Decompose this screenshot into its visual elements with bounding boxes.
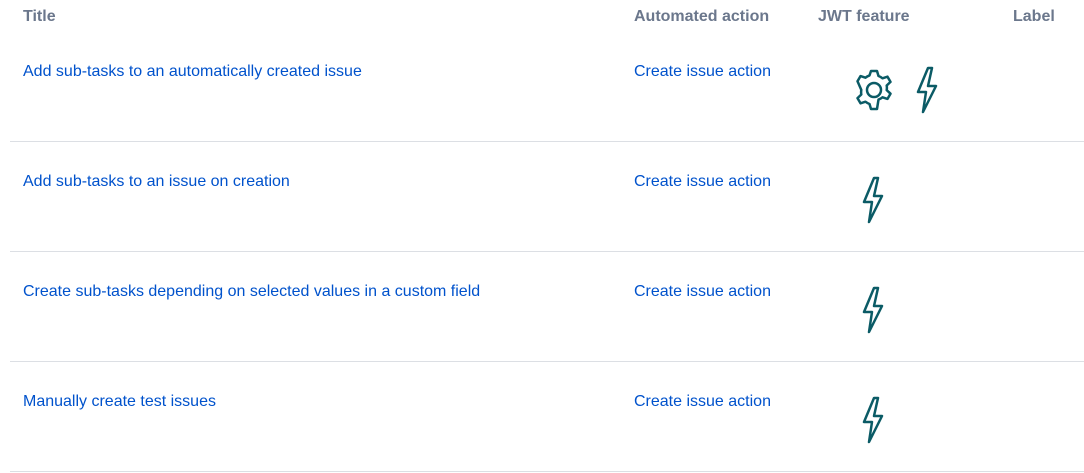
row-title-link[interactable]: Manually create test issues [23, 392, 216, 412]
table-row: Add sub-tasks to an automatically create… [10, 32, 1084, 142]
column-header-title[interactable]: Title [23, 8, 56, 26]
row-action-link[interactable]: Create issue action [634, 392, 771, 412]
row-title-link[interactable]: Create sub-tasks depending on selected v… [23, 282, 480, 302]
row-action-link[interactable]: Create issue action [634, 282, 771, 302]
row-title-link[interactable]: Add sub-tasks to an issue on creation [23, 172, 290, 192]
automation-table: Title Automated action JWT feature Label… [10, 0, 1084, 472]
column-header-automated-action[interactable]: Automated action [634, 8, 769, 26]
table-header: Title Automated action JWT feature Label [10, 0, 1084, 32]
column-header-label[interactable]: Label [1013, 8, 1055, 26]
table-row: Add sub-tasks to an issue on creation Cr… [10, 142, 1084, 252]
table-row: Create sub-tasks depending on selected v… [10, 252, 1084, 362]
lightning-icon [862, 176, 884, 224]
table-row: Manually create test issues Create issue… [10, 362, 1084, 472]
gear-icon [856, 69, 892, 111]
lightning-icon [862, 286, 884, 334]
row-action-link[interactable]: Create issue action [634, 62, 771, 82]
lightning-icon [862, 396, 884, 444]
lightning-icon [916, 66, 938, 114]
row-action-link[interactable]: Create issue action [634, 172, 771, 192]
column-header-jwt-feature[interactable]: JWT feature [818, 8, 910, 26]
row-title-link[interactable]: Add sub-tasks to an automatically create… [23, 62, 362, 82]
